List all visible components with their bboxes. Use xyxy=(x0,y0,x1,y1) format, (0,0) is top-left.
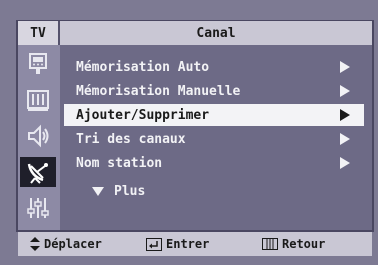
sound-icon[interactable] xyxy=(20,85,56,115)
menu-item-add-delete[interactable]: Ajouter/Supprimer xyxy=(64,104,364,126)
more-button[interactable]: Plus xyxy=(92,180,145,202)
arrow-right-icon xyxy=(340,61,350,73)
enter-label: Entrer xyxy=(166,237,210,251)
arrow-right-icon xyxy=(340,157,350,169)
tv-tab[interactable]: TV xyxy=(18,21,60,45)
arrow-right-icon xyxy=(340,133,350,145)
button-guide-bar: Déplacer Entrer Retour xyxy=(18,232,372,256)
triangle-down-icon xyxy=(92,186,104,196)
menu-item-manual-store[interactable]: Mémorisation Manuelle xyxy=(64,80,364,102)
menu-item-sort-channels[interactable]: Tri des canaux xyxy=(64,128,364,150)
menu-item-auto-store[interactable]: Mémorisation Auto xyxy=(64,56,364,78)
picture-icon[interactable] xyxy=(20,49,56,79)
menu-return-icon xyxy=(262,238,278,250)
osd-screen: TV Canal Mémorisation Auto Mémorisation … xyxy=(0,0,378,265)
arrow-right-icon xyxy=(340,109,350,121)
setup-sliders-icon[interactable] xyxy=(20,193,56,223)
enter-key-icon xyxy=(146,237,162,251)
menu-item-label: Mémorisation Manuelle xyxy=(76,83,241,99)
enter-hint: Entrer xyxy=(146,232,209,256)
return-label: Retour xyxy=(282,237,326,251)
menu-item-label: Tri des canaux xyxy=(76,131,186,147)
menu-item-label: Mémorisation Auto xyxy=(76,59,210,75)
return-hint: Retour xyxy=(262,232,325,256)
menu-header: TV Canal xyxy=(18,21,372,45)
channel-menu: Mémorisation Auto Mémorisation Manuelle … xyxy=(64,48,368,226)
up-down-arrows-icon xyxy=(30,237,40,251)
move-label: Déplacer xyxy=(44,237,102,251)
move-hint: Déplacer xyxy=(30,232,102,256)
menu-item-label: Nom station xyxy=(76,155,163,171)
speaker-icon[interactable] xyxy=(20,121,56,151)
menu-item-label: Ajouter/Supprimer xyxy=(76,107,210,123)
channel-antenna-icon[interactable] xyxy=(20,157,56,187)
menu-title: Canal xyxy=(196,25,236,41)
category-sidebar xyxy=(18,45,60,230)
arrow-right-icon xyxy=(340,85,350,97)
more-label: Plus xyxy=(114,183,146,199)
menu-item-station-name[interactable]: Nom station xyxy=(64,152,364,174)
